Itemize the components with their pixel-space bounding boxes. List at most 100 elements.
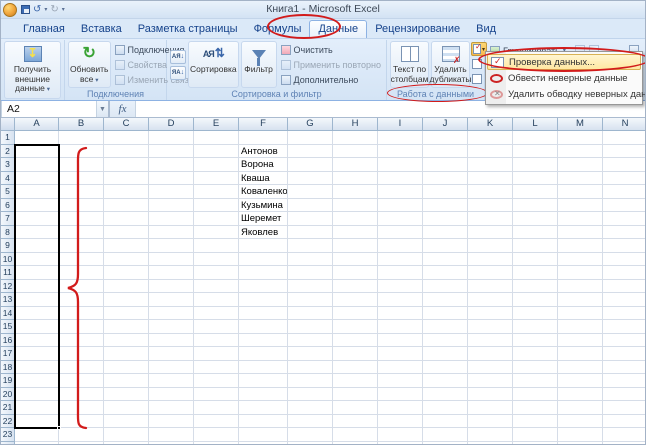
cell-G6[interactable] — [288, 199, 333, 213]
cell-E1[interactable] — [194, 131, 239, 145]
cell-N11[interactable] — [603, 266, 645, 280]
cell-M6[interactable] — [558, 199, 603, 213]
cell-I12[interactable] — [378, 280, 423, 294]
cell-B14[interactable] — [59, 307, 104, 321]
cell-C15[interactable] — [104, 320, 149, 334]
cell-F24[interactable] — [239, 442, 288, 445]
cell-D18[interactable] — [149, 361, 194, 375]
cell-K1[interactable] — [468, 131, 513, 145]
cell-F21[interactable] — [239, 401, 288, 415]
cell-K17[interactable] — [468, 347, 513, 361]
cell-I24[interactable] — [378, 442, 423, 445]
cell-D1[interactable] — [149, 131, 194, 145]
cell-F22[interactable] — [239, 415, 288, 429]
cell-N21[interactable] — [603, 401, 645, 415]
cell-M19[interactable] — [558, 374, 603, 388]
qat-dropdown-icon[interactable]: ▾ — [62, 6, 65, 13]
cell-I20[interactable] — [378, 388, 423, 402]
cell-C22[interactable] — [104, 415, 149, 429]
cell-M8[interactable] — [558, 226, 603, 240]
cell-J23[interactable] — [423, 428, 468, 442]
cell-J20[interactable] — [423, 388, 468, 402]
cell-D9[interactable] — [149, 239, 194, 253]
cell-C14[interactable] — [104, 307, 149, 321]
row-header-4[interactable]: 4 — [1, 172, 15, 186]
cell-B19[interactable] — [59, 374, 104, 388]
cell-I4[interactable] — [378, 172, 423, 186]
cell-D23[interactable] — [149, 428, 194, 442]
cell-L21[interactable] — [513, 401, 558, 415]
cell-F1[interactable] — [239, 131, 288, 145]
cell-B5[interactable] — [59, 185, 104, 199]
cell-J5[interactable] — [423, 185, 468, 199]
column-header-G[interactable]: G — [288, 118, 333, 131]
cell-E3[interactable] — [194, 158, 239, 172]
cell-J15[interactable] — [423, 320, 468, 334]
cell-H22[interactable] — [333, 415, 378, 429]
cell-I19[interactable] — [378, 374, 423, 388]
cell-G3[interactable] — [288, 158, 333, 172]
cell-G22[interactable] — [288, 415, 333, 429]
cell-B10[interactable] — [59, 253, 104, 267]
tab-page-layout[interactable]: Разметка страницы — [130, 21, 246, 38]
cell-D4[interactable] — [149, 172, 194, 186]
cell-I2[interactable] — [378, 145, 423, 159]
cell-M17[interactable] — [558, 347, 603, 361]
cell-B21[interactable] — [59, 401, 104, 415]
cell-H13[interactable] — [333, 293, 378, 307]
cell-G11[interactable] — [288, 266, 333, 280]
cell-B15[interactable] — [59, 320, 104, 334]
cell-M10[interactable] — [558, 253, 603, 267]
cell-H17[interactable] — [333, 347, 378, 361]
tab-home[interactable]: Главная — [15, 21, 73, 38]
cell-G24[interactable] — [288, 442, 333, 445]
cell-E6[interactable] — [194, 199, 239, 213]
cell-F18[interactable] — [239, 361, 288, 375]
cell-L10[interactable] — [513, 253, 558, 267]
cell-I5[interactable] — [378, 185, 423, 199]
cell-L11[interactable] — [513, 266, 558, 280]
cell-H6[interactable] — [333, 199, 378, 213]
cell-F11[interactable] — [239, 266, 288, 280]
cell-F20[interactable] — [239, 388, 288, 402]
cell-F10[interactable] — [239, 253, 288, 267]
selection-border[interactable] — [14, 144, 60, 429]
cell-H9[interactable] — [333, 239, 378, 253]
cell-K21[interactable] — [468, 401, 513, 415]
row-header-5[interactable]: 5 — [1, 185, 15, 199]
cell-B18[interactable] — [59, 361, 104, 375]
cell-D5[interactable] — [149, 185, 194, 199]
cell-E16[interactable] — [194, 334, 239, 348]
cell-M4[interactable] — [558, 172, 603, 186]
sort-asc-button[interactable]: АЯ — [170, 50, 186, 64]
cell-C4[interactable] — [104, 172, 149, 186]
cell-D24[interactable] — [149, 442, 194, 445]
cell-D13[interactable] — [149, 293, 194, 307]
cell-K11[interactable] — [468, 266, 513, 280]
cell-L7[interactable] — [513, 212, 558, 226]
menu-item-clear-validation-circles[interactable]: Удалить обводку неверных данных — [487, 86, 641, 102]
cell-D7[interactable] — [149, 212, 194, 226]
cell-I21[interactable] — [378, 401, 423, 415]
cell-B16[interactable] — [59, 334, 104, 348]
cell-H18[interactable] — [333, 361, 378, 375]
cell-K5[interactable] — [468, 185, 513, 199]
cell-K6[interactable] — [468, 199, 513, 213]
cell-K23[interactable] — [468, 428, 513, 442]
cell-E22[interactable] — [194, 415, 239, 429]
cell-D16[interactable] — [149, 334, 194, 348]
cell-H16[interactable] — [333, 334, 378, 348]
cell-G16[interactable] — [288, 334, 333, 348]
cell-H12[interactable] — [333, 280, 378, 294]
cell-E19[interactable] — [194, 374, 239, 388]
row-header-11[interactable]: 11 — [1, 266, 15, 280]
cell-L24[interactable] — [513, 442, 558, 445]
row-header-12[interactable]: 12 — [1, 280, 15, 294]
cell-D22[interactable] — [149, 415, 194, 429]
cell-J1[interactable] — [423, 131, 468, 145]
fill-handle[interactable] — [57, 426, 61, 430]
cell-B17[interactable] — [59, 347, 104, 361]
redo-icon[interactable]: ↻ — [50, 5, 58, 15]
row-header-22[interactable]: 22 — [1, 415, 15, 429]
row-header-15[interactable]: 15 — [1, 320, 15, 334]
